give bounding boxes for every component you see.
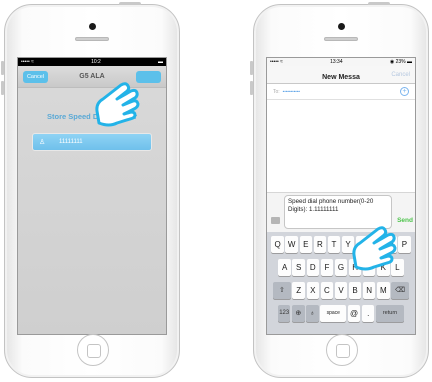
status-battery: ◉ 23% ▬ <box>389 59 412 65</box>
key[interactable]: B <box>348 282 362 299</box>
earpiece-speaker <box>75 37 109 41</box>
recipient-value: ••••••••••• <box>282 89 301 94</box>
home-button[interactable] <box>326 334 358 366</box>
recipient-field[interactable]: To: ••••••••••• + <box>267 84 415 100</box>
delete-key[interactable]: ⌫ <box>391 282 410 299</box>
camera-icon[interactable] <box>271 217 280 224</box>
pointing-hand-icon <box>95 82 140 127</box>
left-screen: ••••• ≈ 10:2 ▬ Cancel G5 ALA Store Speed… <box>17 57 167 335</box>
key[interactable]: W <box>285 236 298 253</box>
status-carrier: ••••• ≈ <box>270 59 283 65</box>
power-button <box>368 2 390 5</box>
send-button[interactable]: Send <box>397 217 413 224</box>
page-heading: Store Speed Dial Number <box>46 112 138 121</box>
speed-dial-number-value: 11111111 <box>59 139 83 145</box>
numbers-key[interactable]: 123 <box>277 305 291 322</box>
cancel-button[interactable]: Cancel <box>23 71 48 83</box>
volume-up-button <box>1 61 4 75</box>
keyboard-row-3: ⇧ Z X C V B N M ⌫ <box>268 282 414 299</box>
key[interactable]: P <box>398 236 411 253</box>
stage: ••••• ≈ 10:2 ▬ Cancel G5 ALA Store Speed… <box>0 0 432 382</box>
status-carrier: ••••• ≈ <box>21 59 34 65</box>
key[interactable]: Q <box>271 236 284 253</box>
nav-bar: Cancel G5 ALA <box>18 66 166 88</box>
keyboard-row-4: 123 ⊕ ♁ space @ . return <box>268 305 414 322</box>
nav-bar: New Messa Cancel <box>267 66 415 84</box>
mic-icon[interactable]: ♁ <box>306 305 319 322</box>
status-battery: ▬ <box>158 59 163 65</box>
key[interactable]: D <box>306 259 320 276</box>
key[interactable]: C <box>320 282 334 299</box>
volume-down-button <box>1 81 4 95</box>
earpiece-speaker <box>324 37 358 41</box>
key[interactable]: M <box>377 282 390 299</box>
dot-key[interactable]: . <box>361 305 375 322</box>
key[interactable]: R <box>313 236 327 253</box>
key[interactable]: X <box>306 282 320 299</box>
key[interactable]: N <box>362 282 376 299</box>
key[interactable]: S <box>292 259 305 276</box>
status-bar: ••••• ≈ 10:2 ▬ <box>18 58 166 66</box>
to-label: To: <box>273 88 280 95</box>
pointing-hand-icon <box>352 226 397 271</box>
left-phone: ••••• ≈ 10:2 ▬ Cancel G5 ALA Store Speed… <box>1 2 180 378</box>
front-camera <box>338 23 345 30</box>
key[interactable]: Z <box>292 282 305 299</box>
volume-down-button <box>250 81 253 95</box>
key[interactable]: F <box>320 259 334 276</box>
key[interactable]: E <box>299 236 313 253</box>
status-bar: ••••• ≈ 13:34 ◉ 23% ▬ <box>267 58 415 66</box>
power-button <box>119 2 141 5</box>
right-phone: ••••• ≈ 13:34 ◉ 23% ▬ New Messa Cancel T… <box>250 2 429 378</box>
return-key[interactable]: return <box>376 305 405 322</box>
right-screen: ••••• ≈ 13:34 ◉ 23% ▬ New Messa Cancel T… <box>266 57 416 335</box>
status-time: 10:2 <box>91 59 101 65</box>
home-button[interactable] <box>77 334 109 366</box>
user-icon: ♙ <box>39 139 46 146</box>
key[interactable]: V <box>334 282 348 299</box>
speed-dial-number-field[interactable]: ♙ 11111111 <box>32 133 152 151</box>
add-contact-icon[interactable]: + <box>400 87 409 96</box>
shift-key[interactable]: ⇧ <box>272 282 291 299</box>
globe-icon[interactable]: ⊕ <box>292 305 305 322</box>
volume-up-button <box>250 61 253 75</box>
at-key[interactable]: @ <box>347 305 361 322</box>
key[interactable]: G <box>334 259 348 276</box>
space-key[interactable]: space <box>320 305 347 322</box>
key[interactable]: A <box>278 259 291 276</box>
front-camera <box>89 23 96 30</box>
key[interactable]: T <box>327 236 341 253</box>
nav-title: New Messa <box>322 74 360 81</box>
status-time: 13:34 <box>330 59 343 65</box>
cancel-button[interactable]: Cancel <box>391 66 410 84</box>
